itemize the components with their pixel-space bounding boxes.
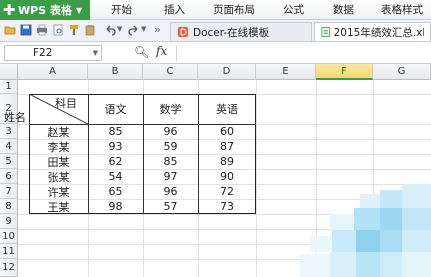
tab-page-layout[interactable]: 页面布局 xyxy=(213,0,255,20)
wps-spreadsheet-window: ✚ WPS 表格 ▼ 开始 插入 页面布局 公式 数据 表格样式 ▼ ▼ » D… xyxy=(0,0,431,277)
paste-icon[interactable] xyxy=(84,24,96,36)
score-cell[interactable]: 97 xyxy=(143,169,198,184)
undo-dropdown-icon[interactable]: ▼ xyxy=(117,25,122,33)
redo-icon[interactable] xyxy=(128,24,140,36)
wps-logo-icon: ✚ xyxy=(2,1,16,19)
subject-header-english[interactable]: 英语 xyxy=(198,94,256,124)
row-header-8[interactable]: 8 xyxy=(0,199,18,214)
quick-access-toolbar: ▼ ▼ » Docer-在线模板 2015年绩效汇总.xlsx xyxy=(0,20,431,42)
column-header-f[interactable]: F xyxy=(316,64,373,80)
select-all-corner[interactable] xyxy=(0,64,18,80)
column-header-e[interactable]: E xyxy=(256,64,316,80)
row-header-10[interactable]: 10 xyxy=(0,229,18,244)
score-cell[interactable]: 96 xyxy=(143,124,198,139)
header-name-label[interactable]: 姓名 xyxy=(4,109,26,125)
pixelated-blur-overlay xyxy=(300,184,431,277)
name-box-value: F22 xyxy=(33,47,53,59)
chevron-down-icon: ▼ xyxy=(75,5,83,15)
score-cell[interactable]: 87 xyxy=(198,139,256,154)
row-header-5[interactable]: 5 xyxy=(0,154,18,169)
score-cell[interactable]: 62 xyxy=(88,154,143,169)
format-painter-icon[interactable] xyxy=(68,24,80,36)
column-header-b[interactable]: B xyxy=(88,64,143,80)
open-folder-icon[interactable] xyxy=(4,24,16,36)
redo-dropdown-icon[interactable]: ▼ xyxy=(141,25,146,33)
score-cell[interactable]: 59 xyxy=(143,139,198,154)
tab-formulas[interactable]: 公式 xyxy=(283,0,304,20)
student-name-cell[interactable]: 李某 xyxy=(29,139,88,154)
zoom-search-icon[interactable]: 🔍︎ xyxy=(134,45,149,59)
column-header-a[interactable]: A xyxy=(18,64,88,80)
score-cell[interactable]: 65 xyxy=(88,184,143,199)
row-header-4[interactable]: 4 xyxy=(0,139,18,154)
student-name-cell[interactable]: 张某 xyxy=(29,169,88,184)
row-header-12[interactable]: 12 xyxy=(0,259,18,277)
spreadsheet-file-icon xyxy=(321,27,331,37)
formula-bar: F22 ▼ 🔍︎ fx xyxy=(0,42,431,64)
student-name-cell[interactable]: 王某 xyxy=(29,199,88,214)
undo-icon[interactable] xyxy=(104,24,116,36)
student-name-cell[interactable]: 赵某 xyxy=(29,124,88,139)
gridline xyxy=(256,80,257,277)
student-name-cell[interactable]: 许某 xyxy=(29,184,88,199)
chevron-down-icon[interactable]: ▼ xyxy=(93,46,98,60)
tab-table-style[interactable]: 表格样式 xyxy=(381,0,423,20)
tab-data[interactable]: 数据 xyxy=(333,0,354,20)
score-cell[interactable]: 89 xyxy=(198,154,256,169)
header-subject-label[interactable]: 科目 xyxy=(55,95,77,111)
document-tab-label: 2015年绩效汇总.xlsx xyxy=(333,26,424,39)
subject-header-math[interactable]: 数学 xyxy=(143,94,198,124)
docer-logo-icon xyxy=(178,27,188,37)
score-cell[interactable]: 54 xyxy=(88,169,143,184)
formula-input[interactable] xyxy=(176,45,431,61)
tab-home[interactable]: 开始 xyxy=(111,0,132,20)
more-commands-icon[interactable]: » xyxy=(154,23,161,36)
score-cell[interactable]: 96 xyxy=(143,184,198,199)
score-cell[interactable]: 98 xyxy=(88,199,143,214)
score-cell[interactable]: 85 xyxy=(143,154,198,169)
row-header-3[interactable]: 3 xyxy=(0,124,18,139)
tab-docer-templates[interactable]: Docer-在线模板 xyxy=(170,22,312,41)
tab-insert[interactable]: 插入 xyxy=(164,0,185,20)
score-cell[interactable]: 73 xyxy=(198,199,256,214)
student-name-cell[interactable]: 田某 xyxy=(29,154,88,169)
score-cell[interactable]: 60 xyxy=(198,124,256,139)
column-header-d[interactable]: D xyxy=(198,64,256,80)
spreadsheet-grid[interactable]: A B C D E F G 1 2 3 4 5 6 7 8 9 10 11 12 xyxy=(0,64,431,277)
tab-document-file[interactable]: 2015年绩效汇总.xlsx xyxy=(314,22,431,41)
app-brand-label: WPS 表格 xyxy=(18,4,72,17)
row-header-1[interactable]: 1 xyxy=(0,80,18,94)
score-cell[interactable]: 93 xyxy=(88,139,143,154)
score-cell[interactable]: 57 xyxy=(143,199,198,214)
print-icon[interactable] xyxy=(36,24,48,36)
row-header-9[interactable]: 9 xyxy=(0,214,18,229)
row-header-11[interactable]: 11 xyxy=(0,244,18,259)
save-icon[interactable] xyxy=(20,24,32,36)
column-header-c[interactable]: C xyxy=(143,64,198,80)
column-header-g[interactable]: G xyxy=(373,64,431,80)
row-header-7[interactable]: 7 xyxy=(0,184,18,199)
score-cell[interactable]: 90 xyxy=(198,169,256,184)
docer-tab-label: Docer-在线模板 xyxy=(193,26,270,39)
score-cell[interactable]: 72 xyxy=(198,184,256,199)
ribbon-menu-bar: ✚ WPS 表格 ▼ 开始 插入 页面布局 公式 数据 表格样式 xyxy=(0,0,431,20)
row-header-6[interactable]: 6 xyxy=(0,169,18,184)
insert-function-icon[interactable]: fx xyxy=(156,44,167,58)
name-box[interactable]: F22 ▼ xyxy=(4,45,102,61)
app-menu-button[interactable]: ✚ WPS 表格 ▼ xyxy=(0,0,90,20)
print-preview-icon[interactable] xyxy=(52,24,64,36)
subject-header-chinese[interactable]: 语文 xyxy=(88,94,143,124)
score-cell[interactable]: 85 xyxy=(88,124,143,139)
